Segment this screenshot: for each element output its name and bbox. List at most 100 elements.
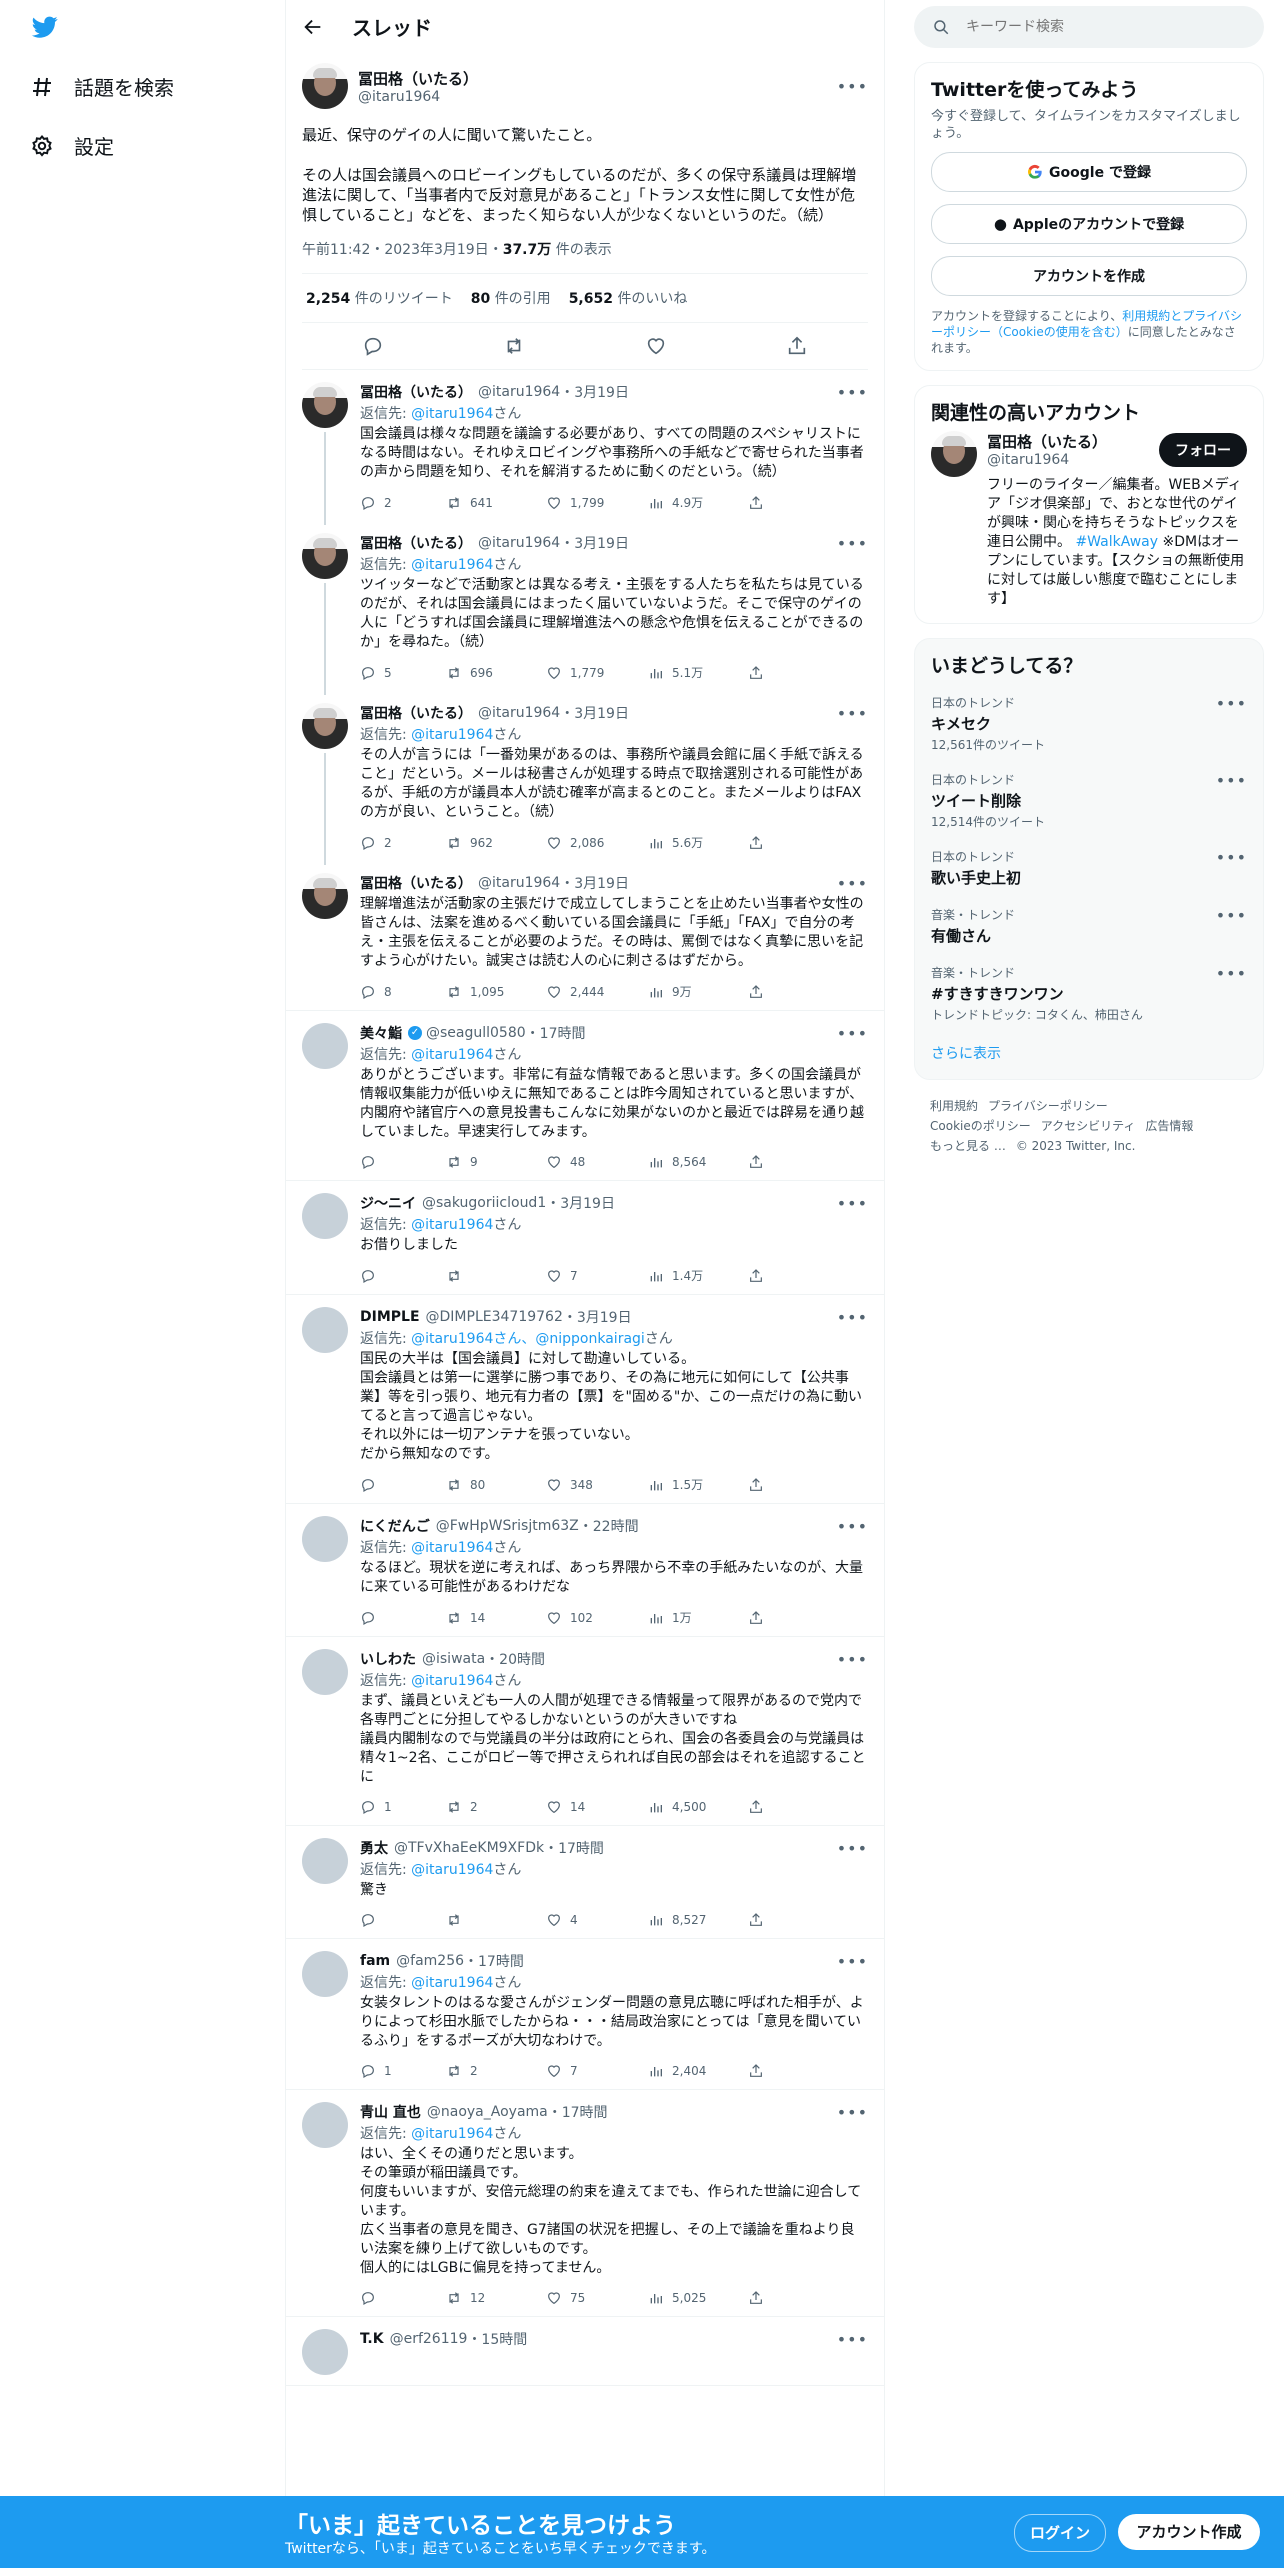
share-button[interactable] (748, 664, 764, 681)
footer-privacy[interactable]: プライバシーポリシー (988, 1099, 1108, 1113)
avatar[interactable] (302, 1023, 348, 1069)
like-button[interactable]: 48 (546, 1154, 648, 1170)
views-button[interactable]: 8,564 (648, 1154, 748, 1170)
nav-settings[interactable]: 設定 (30, 131, 114, 160)
views-button[interactable]: 2,404 (648, 2063, 748, 2079)
more-options-icon[interactable]: ••• (1216, 771, 1247, 790)
reply-tweet[interactable]: 青山 直也 @naoya_Aoyama ・17時間 ••• 返信先: @itaru196… (286, 2090, 884, 2317)
more-options-icon[interactable]: ••• (837, 1952, 868, 1971)
like-button[interactable]: 2,086 (546, 834, 648, 851)
reply-tweet[interactable]: T.K @erf26119 ・15時間 ••• (286, 2317, 884, 2386)
avatar[interactable] (931, 431, 977, 477)
reply-date[interactable]: ・3月19日 (563, 1307, 632, 1327)
reply-date[interactable]: ・3月19日 (560, 533, 629, 553)
hashtag-link[interactable]: #WalkAway (1075, 534, 1158, 550)
more-options-icon[interactable]: ••• (837, 1194, 868, 1213)
avatar[interactable] (302, 2102, 348, 2148)
retweet-button[interactable]: 962 (446, 834, 546, 851)
retweet-button[interactable] (446, 1912, 546, 1928)
retweet-button[interactable]: 80 (446, 1476, 546, 1493)
more-options-icon[interactable]: ••• (837, 1308, 868, 1327)
reply-author-name[interactable]: いしわた (360, 1649, 416, 1669)
reply-to-mention[interactable]: @itaru1964 (411, 1673, 493, 1689)
like-stat[interactable]: 5,652 件のいいね (569, 288, 688, 308)
reply-author-handle[interactable]: @itaru1964 (478, 384, 560, 400)
reply-author-name[interactable]: 冨田格（いたる） (360, 873, 472, 893)
reply-author-name[interactable]: 冨田格（いたる） (360, 703, 472, 723)
reply-author-name[interactable]: fam (360, 1953, 390, 1969)
reply-author-name[interactable]: 美々鮨 (360, 1023, 402, 1043)
reply-date[interactable]: ・20時間 (485, 1649, 545, 1669)
apple-signup-button[interactable]: ● Appleのアカウントで登録 (931, 204, 1247, 244)
retweet-icon[interactable] (503, 335, 525, 357)
share-button[interactable] (748, 2290, 764, 2306)
more-options-icon[interactable]: ••• (1216, 848, 1247, 867)
reply-button[interactable]: 1 (360, 1799, 446, 1815)
reply-tweet[interactable]: 冨田格（いたる） @itaru1964 ・3月19日 ••• 理解増進法が活動家の主張だ… (286, 861, 884, 1011)
reply-author-handle[interactable]: @fam256 (396, 1953, 464, 1969)
reply-to-mention[interactable]: @itaru1964 (411, 1540, 493, 1556)
reply-author-handle[interactable]: @itaru1964 (478, 535, 560, 551)
more-options-icon[interactable]: ••• (837, 1839, 868, 1858)
avatar[interactable] (302, 1951, 348, 1997)
footer-terms[interactable]: 利用規約 (930, 1099, 978, 1113)
more-options-icon[interactable]: ••• (837, 77, 868, 96)
show-more-link[interactable]: さらに表示 (915, 1031, 1263, 1079)
like-button[interactable]: 4 (546, 1912, 648, 1928)
views-button[interactable]: 1万 (648, 1609, 748, 1626)
share-button[interactable] (748, 494, 764, 511)
like-button[interactable]: 348 (546, 1476, 648, 1493)
avatar[interactable] (302, 1516, 348, 1562)
like-button[interactable]: 7 (546, 2063, 648, 2079)
avatar[interactable] (302, 1838, 348, 1884)
reply-author-handle[interactable]: @isiwata (422, 1651, 485, 1667)
reply-to-mention[interactable]: @itaru1964 (411, 1862, 493, 1878)
more-options-icon[interactable]: ••• (1216, 694, 1247, 713)
reply-button[interactable] (360, 1912, 446, 1928)
reply-author-handle[interactable]: @naoya_Aoyama (427, 2104, 548, 2120)
reply-author-name[interactable]: 勇太 (360, 1838, 388, 1858)
retweet-button[interactable]: 14 (446, 1609, 546, 1626)
search-box[interactable] (914, 6, 1264, 48)
retweet-button[interactable]: 2 (446, 2063, 546, 2079)
reply-author-handle[interactable]: @sakugoriicloud1 (422, 1195, 546, 1211)
share-button[interactable] (748, 1609, 764, 1626)
reply-tweet[interactable]: 美々鮨 ✓ @seagull0580 ・17時間 ••• 返信先: @itaru1964さ… (286, 1011, 884, 1181)
reply-button[interactable]: 1 (360, 2063, 446, 2079)
footer-ads[interactable]: 広告情報 (1145, 1119, 1193, 1133)
more-options-icon[interactable]: ••• (837, 704, 868, 723)
reply-date[interactable]: ・17時間 (544, 1838, 604, 1858)
login-button[interactable]: ログイン (1014, 2514, 1106, 2552)
share-button[interactable] (748, 1476, 764, 1493)
reply-to-mention[interactable]: @itaru1964 (411, 727, 493, 743)
retweet-button[interactable]: 12 (446, 2290, 546, 2306)
views-button[interactable]: 4,500 (648, 1799, 748, 1815)
reply-tweet[interactable]: にくだんご @FwHpWSrisjtm63Z ・22時間 ••• 返信先: @itaru… (286, 1504, 884, 1637)
reply-tweet[interactable]: ジ〜ニイ @sakugoriicloud1 ・3月19日 ••• 返信先: @itaru… (286, 1181, 884, 1295)
reply-date[interactable]: ・3月19日 (560, 873, 629, 893)
search-input[interactable] (964, 18, 1218, 36)
share-button[interactable] (748, 1154, 764, 1170)
reply-button[interactable] (360, 1609, 446, 1626)
more-options-icon[interactable]: ••• (837, 1650, 868, 1669)
share-button[interactable] (748, 2063, 764, 2079)
reply-button[interactable] (360, 1267, 446, 1284)
reply-tweet[interactable]: 冨田格（いたる） @itaru1964 ・3月19日 ••• 返信先: @itaru19… (286, 521, 884, 695)
reply-button[interactable] (360, 2290, 446, 2306)
more-options-icon[interactable]: ••• (837, 383, 868, 402)
footer-cookie[interactable]: Cookieのポリシー (930, 1119, 1031, 1133)
reply-button[interactable]: 5 (360, 664, 446, 681)
reply-to-mention[interactable]: @itaru1964 (411, 2126, 493, 2142)
reply-date[interactable]: ・22時間 (579, 1516, 639, 1536)
author-handle[interactable]: @itaru1964 (358, 89, 478, 105)
views-button[interactable]: 8,527 (648, 1912, 748, 1928)
reply-date[interactable]: ・17時間 (548, 2102, 608, 2122)
quote-stat[interactable]: 80 件の引用 (471, 288, 551, 308)
views-button[interactable]: 9万 (648, 983, 748, 1000)
reply-author-name[interactable]: 冨田格（いたる） (360, 382, 472, 402)
views-button[interactable]: 1.5万 (648, 1476, 748, 1493)
reply-date[interactable]: ・17時間 (464, 1951, 524, 1971)
reply-to-mention[interactable]: @itaru1964 (411, 1217, 493, 1233)
avatar[interactable] (302, 1649, 348, 1695)
views-button[interactable]: 1.4万 (648, 1267, 748, 1284)
